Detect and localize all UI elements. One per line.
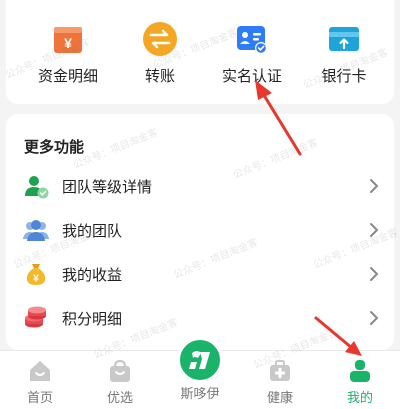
chevron-right-icon (366, 266, 382, 282)
tab-label: 优选 (106, 391, 133, 406)
tab-brand[interactable]: 斯哆伊 (160, 337, 240, 409)
tab-label: 健康 (266, 391, 293, 406)
chevron-right-icon (366, 178, 382, 194)
menu-item-label: 团队等级详情 (62, 177, 153, 196)
menu-item-team-level[interactable]: 团队等级详情 (6, 164, 394, 208)
quick-action-transfer[interactable]: 转账 (110, 0, 210, 104)
menu-item-my-earnings[interactable]: ¥ 我的收益 (6, 252, 394, 296)
bottom-tab-bar: 首页 优选 斯哆伊 健康 我的 (0, 337, 400, 409)
section-title: 更多功能 (24, 138, 85, 156)
quick-action-real-name-auth[interactable]: 实名认证 (202, 0, 302, 104)
menu-item-label: 积分明细 (62, 309, 123, 328)
id-card-icon (233, 20, 271, 58)
menu-item-label: 我的团队 (62, 221, 123, 240)
svg-text:¥: ¥ (64, 35, 72, 51)
quick-action-fund-details[interactable]: ¥ 资金明细 (18, 0, 118, 104)
menu-item-my-team[interactable]: 我的团队 (6, 208, 394, 252)
tab-label: 首页 (26, 391, 53, 406)
wallet-icon: ¥ (49, 20, 87, 58)
profile-icon (346, 357, 374, 385)
chevron-right-icon (366, 310, 382, 326)
quick-action-bank-card[interactable]: 银行卡 (294, 0, 394, 104)
quick-actions-card: ¥ 资金明细 转账 实名认证 银行卡 (6, 0, 394, 104)
home-icon (26, 357, 54, 385)
tab-label: 我的 (346, 391, 373, 406)
transfer-icon (141, 20, 179, 58)
money-bag-icon: ¥ (22, 260, 50, 288)
tab-home[interactable]: 首页 (0, 351, 80, 409)
quick-action-label: 转账 (144, 67, 175, 85)
svg-text:¥: ¥ (33, 274, 39, 285)
brand-logo-icon (177, 337, 223, 383)
bank-card-icon (325, 20, 363, 58)
team-level-icon (22, 172, 50, 200)
tab-mine[interactable]: 我的 (320, 351, 400, 409)
menu-item-points-details[interactable]: 积分明细 (6, 296, 394, 340)
quick-action-label: 银行卡 (321, 67, 367, 85)
health-kit-icon (266, 357, 294, 385)
tab-label: 斯哆伊 (180, 387, 220, 402)
chevron-right-icon (366, 222, 382, 238)
more-functions-card: 更多功能 团队等级详情 我的团队 ¥ 我的收益 积分明细 (6, 114, 394, 350)
tab-health[interactable]: 健康 (240, 351, 320, 409)
coins-icon (22, 304, 50, 332)
tab-featured[interactable]: 优选 (80, 351, 160, 409)
shopping-bag-icon (106, 357, 134, 385)
quick-action-label: 实名认证 (221, 67, 282, 85)
team-icon (22, 216, 50, 244)
menu-item-label: 我的收益 (62, 265, 123, 284)
quick-action-label: 资金明细 (37, 67, 98, 85)
